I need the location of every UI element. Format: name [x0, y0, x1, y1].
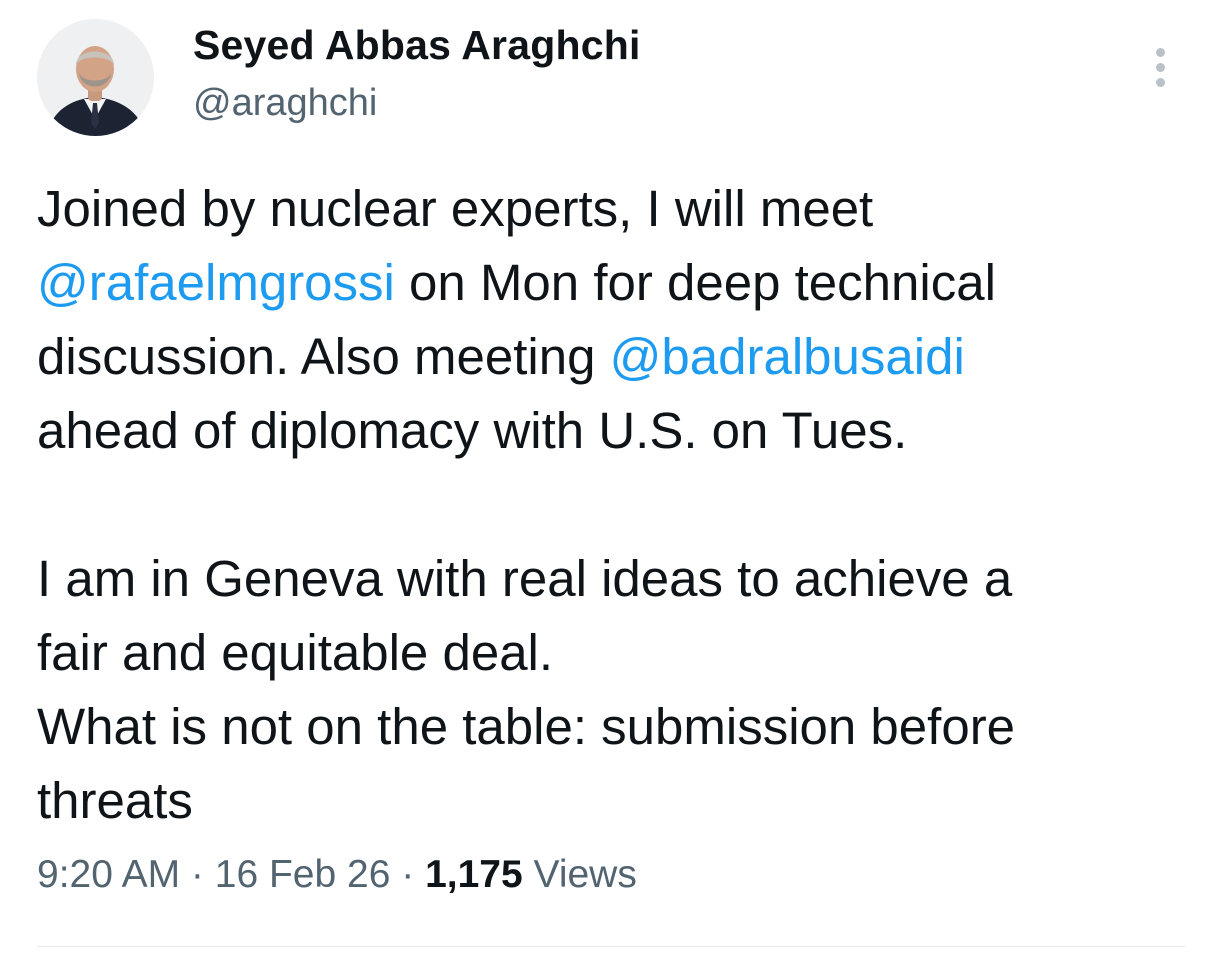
tweet-line: What is not on the table: submission bef…: [37, 698, 1016, 755]
tweet-date[interactable]: 16 Feb 26: [215, 853, 391, 896]
tweet-line: I am in Geneva with real ideas to achiev…: [37, 550, 1013, 607]
paragraph-break: [37, 468, 1187, 542]
mention-link-badralbusaidi[interactable]: @badralbusaidi: [610, 328, 965, 385]
mention-link-rafaelmgrossi[interactable]: @rafaelmgrossi: [37, 254, 395, 311]
tweet-line: fair and equitable deal.: [37, 624, 554, 681]
tweet-line: @rafaelmgrossi on Mon for deep technical: [37, 254, 996, 311]
author-display-name[interactable]: Seyed Abbas Araghchi: [193, 22, 641, 69]
tweet-line: Joined by nuclear experts, I will meet: [37, 180, 874, 237]
more-vertical-icon-dot: [1155, 77, 1165, 87]
meta-separator: ·: [180, 853, 215, 896]
avatar[interactable]: [37, 19, 154, 136]
more-options-button[interactable]: [1142, 44, 1178, 90]
tweet-text: Joined by nuclear experts, I will meet @…: [37, 172, 1187, 838]
tweet-line: ahead of diplomacy with U.S. on Tues.: [37, 402, 908, 459]
divider: [37, 946, 1185, 947]
tweet-line: discussion. Also meeting @badralbusaidi: [37, 328, 965, 385]
profile-photo: [37, 19, 154, 136]
tweet-line: threats: [37, 772, 193, 829]
author-handle[interactable]: @araghchi: [193, 82, 377, 125]
tweet-time[interactable]: 9:20 AM: [37, 853, 180, 896]
tweet-meta: 9:20 AM · 16 Feb 26 · 1,175 Views: [37, 853, 637, 897]
meta-separator: ·: [390, 853, 426, 896]
more-vertical-icon: [1155, 47, 1165, 57]
tweet: Seyed Abbas Araghchi @araghchi Joined by…: [0, 0, 1219, 955]
views-label: Views: [522, 853, 637, 896]
more-vertical-icon-dot: [1155, 62, 1165, 72]
views-count[interactable]: 1,175: [425, 853, 523, 896]
